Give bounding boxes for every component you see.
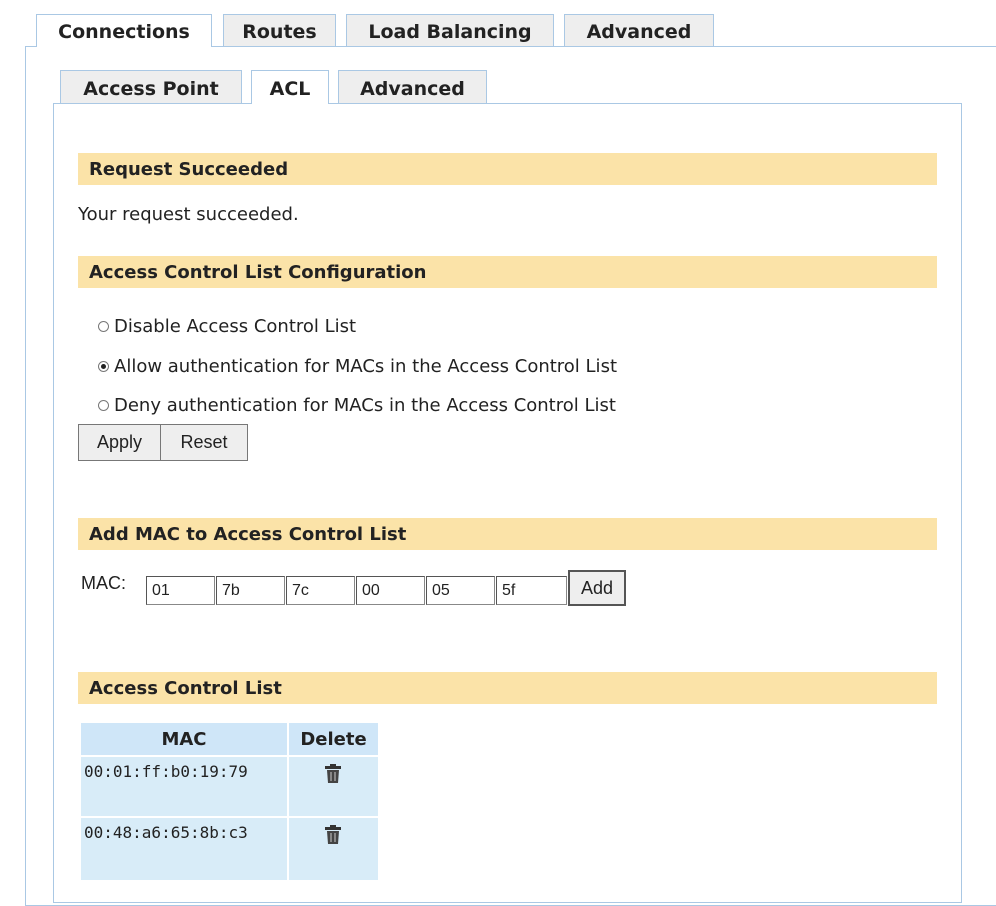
radio-button-selected[interactable]: [98, 361, 109, 372]
tab-advanced-sub[interactable]: Advanced: [338, 70, 487, 103]
radio-allow-acl[interactable]: Allow authentication for MACs in the Acc…: [98, 356, 617, 377]
mac-octet-5-input[interactable]: 05: [426, 576, 495, 605]
table-row-delete-cell: [289, 818, 378, 880]
radio-label: Disable Access Control List: [114, 316, 357, 337]
delete-column-header: Delete: [289, 723, 378, 755]
radio-deny-acl[interactable]: Deny authentication for MACs in the Acce…: [98, 395, 616, 416]
radio-label: Allow authentication for MACs in the Acc…: [114, 356, 617, 377]
trash-icon[interactable]: [324, 764, 342, 784]
radio-disable-acl[interactable]: Disable Access Control List: [98, 316, 356, 337]
tab-connections[interactable]: Connections: [36, 14, 212, 47]
add-button[interactable]: Add: [568, 570, 626, 606]
table-row-delete-cell: [289, 757, 378, 816]
add-mac-header: Add MAC to Access Control List: [78, 518, 937, 550]
mac-octet-1-input[interactable]: 01: [146, 576, 215, 605]
mac-octet-4-input[interactable]: 00: [356, 576, 425, 605]
tab-load-balancing[interactable]: Load Balancing: [346, 14, 554, 46]
tab-routes[interactable]: Routes: [223, 14, 336, 46]
reset-button[interactable]: Reset: [160, 424, 248, 461]
tab-access-point[interactable]: Access Point: [60, 70, 242, 103]
mac-octet-3-input[interactable]: 7c: [286, 576, 355, 605]
mac-octet-2-input[interactable]: 7b: [216, 576, 285, 605]
trash-icon[interactable]: [324, 825, 342, 845]
radio-button[interactable]: [98, 400, 109, 411]
mac-column-header: MAC: [81, 723, 287, 755]
request-message: Your request succeeded.: [78, 204, 299, 225]
mac-label: MAC:: [81, 573, 126, 593]
mac-octet-6-input[interactable]: 5f: [496, 576, 567, 605]
tab-advanced-top[interactable]: Advanced: [564, 14, 714, 46]
tab-acl[interactable]: ACL: [251, 70, 329, 104]
apply-button[interactable]: Apply: [78, 424, 161, 461]
acl-list-header: Access Control List: [78, 672, 937, 704]
request-succeeded-header: Request Succeeded: [78, 153, 937, 185]
table-row-mac: 00:01:ff:b0:19:79: [81, 757, 287, 816]
radio-label: Deny authentication for MACs in the Acce…: [114, 395, 616, 416]
radio-button[interactable]: [98, 321, 109, 332]
acl-config-header: Access Control List Configuration: [78, 256, 937, 288]
table-row-mac: 00:48:a6:65:8b:c3: [81, 818, 287, 880]
